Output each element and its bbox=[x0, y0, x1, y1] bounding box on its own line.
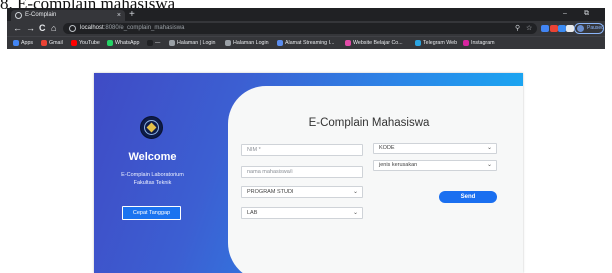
youtube-icon bbox=[71, 40, 77, 46]
kode-value: KODE bbox=[379, 145, 395, 151]
search-icon[interactable]: ⚲ bbox=[515, 23, 520, 34]
forward-button[interactable]: → bbox=[26, 21, 35, 36]
faculty-subtitle: Fakultas Teknik bbox=[133, 180, 172, 186]
address-bar[interactable]: localhost:8080/e_complain_mahasiswa ⚲ ☆ bbox=[63, 23, 537, 34]
lab-select[interactable]: LAB ⌄ bbox=[241, 207, 363, 219]
close-icon[interactable]: × bbox=[117, 10, 121, 21]
jenis-kerusakan-select[interactable]: jenis kerusakan ⌄ bbox=[373, 160, 497, 171]
home-button[interactable]: ⌂ bbox=[51, 21, 56, 36]
tab-e-complain[interactable]: E-Complain × bbox=[11, 10, 125, 21]
form-panel bbox=[228, 86, 523, 273]
extension-icon[interactable] bbox=[541, 25, 549, 32]
telegram-icon bbox=[415, 40, 421, 46]
chevron-down-icon: ⌄ bbox=[352, 189, 358, 195]
program-studi-value: PROGRAM STUDI bbox=[247, 189, 294, 195]
document-caption: 8. E-complain mahasiswa bbox=[0, 0, 176, 13]
avatar bbox=[577, 25, 584, 32]
streaming-icon bbox=[277, 40, 283, 46]
welcome-heading: Welcome bbox=[128, 151, 177, 163]
chevron-down-icon: ⌄ bbox=[486, 162, 492, 168]
back-button[interactable]: ← bbox=[13, 21, 22, 36]
globe-icon bbox=[15, 12, 22, 19]
jenis-kerusakan-value: jenis kerusakan bbox=[379, 162, 418, 168]
profile-paused-button[interactable]: Paused bbox=[574, 23, 604, 34]
cepat-tanggap-button[interactable]: Cepat Tanggap bbox=[122, 206, 181, 220]
website-icon bbox=[345, 40, 351, 46]
browser-window: E-Complain × + – ⧉ ← → C ⌂ localhost:808… bbox=[7, 8, 605, 62]
send-button[interactable]: Send bbox=[439, 191, 497, 203]
apps-icon bbox=[13, 40, 19, 46]
minimize-icon[interactable]: – bbox=[563, 8, 567, 20]
lab-value: LAB bbox=[247, 210, 258, 216]
screenshot-root: 8. E-complain mahasiswa E-Complain × + –… bbox=[0, 0, 612, 273]
globe-icon bbox=[225, 40, 231, 46]
tab-strip: E-Complain × + – ⧉ bbox=[7, 8, 605, 21]
info-icon[interactable] bbox=[69, 25, 76, 32]
bookmarks-bar: Apps Gmail YouTube WhatsApp — Halaman | … bbox=[7, 36, 605, 49]
lab-subtitle: E-Complain Laboratorium bbox=[121, 172, 184, 178]
puzzle-icon[interactable] bbox=[566, 25, 574, 32]
profile-label: Paused bbox=[587, 25, 604, 31]
tab-title: E-Complain bbox=[25, 12, 57, 18]
browser-toolbar: ← → C ⌂ localhost:8080/e_complain_mahasi… bbox=[7, 21, 605, 36]
gmail-icon bbox=[41, 40, 47, 46]
kode-select[interactable]: KODE ⌄ bbox=[373, 143, 497, 154]
complaint-card: Welcome E-Complain Laboratorium Fakultas… bbox=[94, 73, 523, 273]
form-title: E-Complain Mahasiswa bbox=[308, 117, 430, 129]
nim-input[interactable]: NIM * bbox=[241, 144, 363, 156]
chevron-down-icon: ⌄ bbox=[352, 210, 358, 216]
globe-icon bbox=[169, 40, 175, 46]
reload-button[interactable]: C bbox=[39, 21, 46, 36]
chevron-down-icon: ⌄ bbox=[486, 145, 492, 151]
program-studi-select[interactable]: PROGRAM STUDI ⌄ bbox=[241, 186, 363, 198]
page-background bbox=[7, 49, 605, 62]
bookmark-icon bbox=[147, 40, 153, 46]
url-text: localhost:8080/e_complain_mahasiswa bbox=[80, 25, 185, 31]
maximize-icon[interactable]: ⧉ bbox=[584, 8, 589, 20]
extension-icon[interactable] bbox=[558, 25, 566, 32]
whatsapp-icon bbox=[107, 40, 113, 46]
new-tab-button[interactable]: + bbox=[129, 9, 135, 20]
instagram-icon bbox=[463, 40, 469, 46]
extension-icon[interactable] bbox=[550, 25, 558, 32]
nama-input[interactable]: nama mahasiswa/i bbox=[241, 166, 363, 178]
star-icon[interactable]: ☆ bbox=[526, 23, 532, 34]
